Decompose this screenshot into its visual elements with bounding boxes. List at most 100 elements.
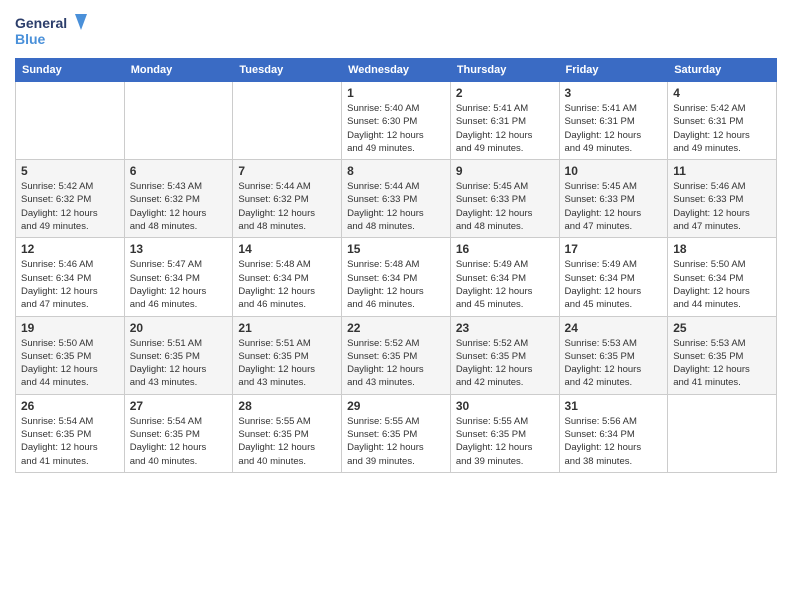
week-row-5: 26 Sunrise: 5:54 AM Sunset: 6:35 PM Dayli… (16, 394, 777, 472)
weekday-saturday: Saturday (668, 59, 777, 82)
day-info: Sunrise: 5:40 AM Sunset: 6:30 PM Dayligh… (347, 102, 445, 155)
day-number: 19 (21, 321, 119, 335)
day-info: Sunrise: 5:43 AM Sunset: 6:32 PM Dayligh… (130, 180, 228, 233)
svg-text:General: General (15, 15, 67, 31)
week-row-2: 5 Sunrise: 5:42 AM Sunset: 6:32 PM Daylig… (16, 160, 777, 238)
day-number: 16 (456, 242, 554, 256)
day-number: 25 (673, 321, 771, 335)
calendar-cell: 9 Sunrise: 5:45 AM Sunset: 6:33 PM Daylig… (450, 160, 559, 238)
calendar-cell: 5 Sunrise: 5:42 AM Sunset: 6:32 PM Daylig… (16, 160, 125, 238)
day-number: 1 (347, 86, 445, 100)
calendar-cell: 2 Sunrise: 5:41 AM Sunset: 6:31 PM Daylig… (450, 82, 559, 160)
day-number: 14 (238, 242, 336, 256)
day-number: 29 (347, 399, 445, 413)
day-number: 5 (21, 164, 119, 178)
day-info: Sunrise: 5:49 AM Sunset: 6:34 PM Dayligh… (565, 258, 663, 311)
day-number: 6 (130, 164, 228, 178)
calendar-cell: 31 Sunrise: 5:56 AM Sunset: 6:34 PM Dayli… (559, 394, 668, 472)
day-info: Sunrise: 5:46 AM Sunset: 6:34 PM Dayligh… (21, 258, 119, 311)
calendar-cell: 14 Sunrise: 5:48 AM Sunset: 6:34 PM Dayli… (233, 238, 342, 316)
calendar-cell: 16 Sunrise: 5:49 AM Sunset: 6:34 PM Dayli… (450, 238, 559, 316)
day-info: Sunrise: 5:48 AM Sunset: 6:34 PM Dayligh… (347, 258, 445, 311)
day-number: 13 (130, 242, 228, 256)
day-number: 24 (565, 321, 663, 335)
day-number: 11 (673, 164, 771, 178)
day-info: Sunrise: 5:49 AM Sunset: 6:34 PM Dayligh… (456, 258, 554, 311)
calendar-cell: 20Sunrise: 5:51 AM Sunset: 6:35 PM Dayli… (124, 316, 233, 394)
day-number: 15 (347, 242, 445, 256)
day-info: Sunrise: 5:55 AM Sunset: 6:35 PM Dayligh… (238, 415, 336, 468)
logo: GeneralBlue (15, 10, 95, 50)
calendar-cell (124, 82, 233, 160)
day-info: Sunrise: 5:50 AM Sunset: 6:35 PM Dayligh… (21, 337, 119, 390)
day-info: Sunrise: 5:47 AM Sunset: 6:34 PM Dayligh… (130, 258, 228, 311)
weekday-friday: Friday (559, 59, 668, 82)
day-number: 3 (565, 86, 663, 100)
svg-text:Blue: Blue (15, 31, 46, 47)
day-info: Sunrise: 5:53 AM Sunset: 6:35 PM Dayligh… (673, 337, 771, 390)
calendar-cell: 10 Sunrise: 5:45 AM Sunset: 6:33 PM Dayli… (559, 160, 668, 238)
calendar-cell: 1 Sunrise: 5:40 AM Sunset: 6:30 PM Daylig… (342, 82, 451, 160)
day-info: Sunrise: 5:42 AM Sunset: 6:31 PM Dayligh… (673, 102, 771, 155)
day-info: Sunrise: 5:52 AM Sunset: 6:35 PM Dayligh… (347, 337, 445, 390)
calendar-cell: 25 Sunrise: 5:53 AM Sunset: 6:35 PM Dayli… (668, 316, 777, 394)
weekday-sunday: Sunday (16, 59, 125, 82)
calendar-cell: 7 Sunrise: 5:44 AM Sunset: 6:32 PM Daylig… (233, 160, 342, 238)
calendar-cell (668, 394, 777, 472)
day-info: Sunrise: 5:45 AM Sunset: 6:33 PM Dayligh… (565, 180, 663, 233)
day-info: Sunrise: 5:42 AM Sunset: 6:32 PM Dayligh… (21, 180, 119, 233)
day-number: 20 (130, 321, 228, 335)
day-number: 9 (456, 164, 554, 178)
day-info: Sunrise: 5:54 AM Sunset: 6:35 PM Dayligh… (21, 415, 119, 468)
week-row-3: 12 Sunrise: 5:46 AM Sunset: 6:34 PM Dayli… (16, 238, 777, 316)
calendar-cell: 13 Sunrise: 5:47 AM Sunset: 6:34 PM Dayli… (124, 238, 233, 316)
calendar-cell: 22 Sunrise: 5:52 AM Sunset: 6:35 PM Dayli… (342, 316, 451, 394)
day-info: Sunrise: 5:52 AM Sunset: 6:35 PM Dayligh… (456, 337, 554, 390)
day-info: Sunrise: 5:55 AM Sunset: 6:35 PM Dayligh… (456, 415, 554, 468)
weekday-thursday: Thursday (450, 59, 559, 82)
day-number: 12 (21, 242, 119, 256)
day-number: 28 (238, 399, 336, 413)
day-number: 21 (238, 321, 336, 335)
calendar-cell: 27 Sunrise: 5:54 AM Sunset: 6:35 PM Dayli… (124, 394, 233, 472)
logo-icon: GeneralBlue (15, 10, 95, 50)
day-info: Sunrise: 5:46 AM Sunset: 6:33 PM Dayligh… (673, 180, 771, 233)
calendar-cell: 17 Sunrise: 5:49 AM Sunset: 6:34 PM Dayli… (559, 238, 668, 316)
calendar-cell: 12 Sunrise: 5:46 AM Sunset: 6:34 PM Dayli… (16, 238, 125, 316)
calendar-cell: 3Sunrise: 5:41 AM Sunset: 6:31 PM Daylig… (559, 82, 668, 160)
calendar-cell: 19 Sunrise: 5:50 AM Sunset: 6:35 PM Dayli… (16, 316, 125, 394)
day-number: 8 (347, 164, 445, 178)
day-info: Sunrise: 5:45 AM Sunset: 6:33 PM Dayligh… (456, 180, 554, 233)
day-info: Sunrise: 5:53 AM Sunset: 6:35 PM Dayligh… (565, 337, 663, 390)
weekday-header-row: SundayMondayTuesdayWednesdayThursdayFrid… (16, 59, 777, 82)
day-info: Sunrise: 5:41 AM Sunset: 6:31 PM Dayligh… (456, 102, 554, 155)
day-info: Sunrise: 5:55 AM Sunset: 6:35 PM Dayligh… (347, 415, 445, 468)
day-info: Sunrise: 5:50 AM Sunset: 6:34 PM Dayligh… (673, 258, 771, 311)
day-info: Sunrise: 5:48 AM Sunset: 6:34 PM Dayligh… (238, 258, 336, 311)
calendar-cell: 21 Sunrise: 5:51 AM Sunset: 6:35 PM Dayli… (233, 316, 342, 394)
day-number: 10 (565, 164, 663, 178)
day-info: Sunrise: 5:54 AM Sunset: 6:35 PM Dayligh… (130, 415, 228, 468)
calendar-cell: 18 Sunrise: 5:50 AM Sunset: 6:34 PM Dayli… (668, 238, 777, 316)
day-number: 18 (673, 242, 771, 256)
week-row-4: 19 Sunrise: 5:50 AM Sunset: 6:35 PM Dayli… (16, 316, 777, 394)
day-info: Sunrise: 5:51 AM Sunset: 6:35 PM Dayligh… (238, 337, 336, 390)
calendar-cell: 29 Sunrise: 5:55 AM Sunset: 6:35 PM Dayli… (342, 394, 451, 472)
day-number: 31 (565, 399, 663, 413)
calendar-cell (233, 82, 342, 160)
day-number: 22 (347, 321, 445, 335)
day-number: 2 (456, 86, 554, 100)
day-number: 17 (565, 242, 663, 256)
calendar-cell: 15 Sunrise: 5:48 AM Sunset: 6:34 PM Dayli… (342, 238, 451, 316)
day-number: 26 (21, 399, 119, 413)
day-info: Sunrise: 5:56 AM Sunset: 6:34 PM Dayligh… (565, 415, 663, 468)
calendar-table: SundayMondayTuesdayWednesdayThursdayFrid… (15, 58, 777, 473)
day-number: 27 (130, 399, 228, 413)
calendar-cell (16, 82, 125, 160)
calendar-cell: 28 Sunrise: 5:55 AM Sunset: 6:35 PM Dayli… (233, 394, 342, 472)
weekday-monday: Monday (124, 59, 233, 82)
weekday-tuesday: Tuesday (233, 59, 342, 82)
day-info: Sunrise: 5:44 AM Sunset: 6:32 PM Dayligh… (238, 180, 336, 233)
calendar-cell: 6 Sunrise: 5:43 AM Sunset: 6:32 PM Daylig… (124, 160, 233, 238)
day-number: 7 (238, 164, 336, 178)
